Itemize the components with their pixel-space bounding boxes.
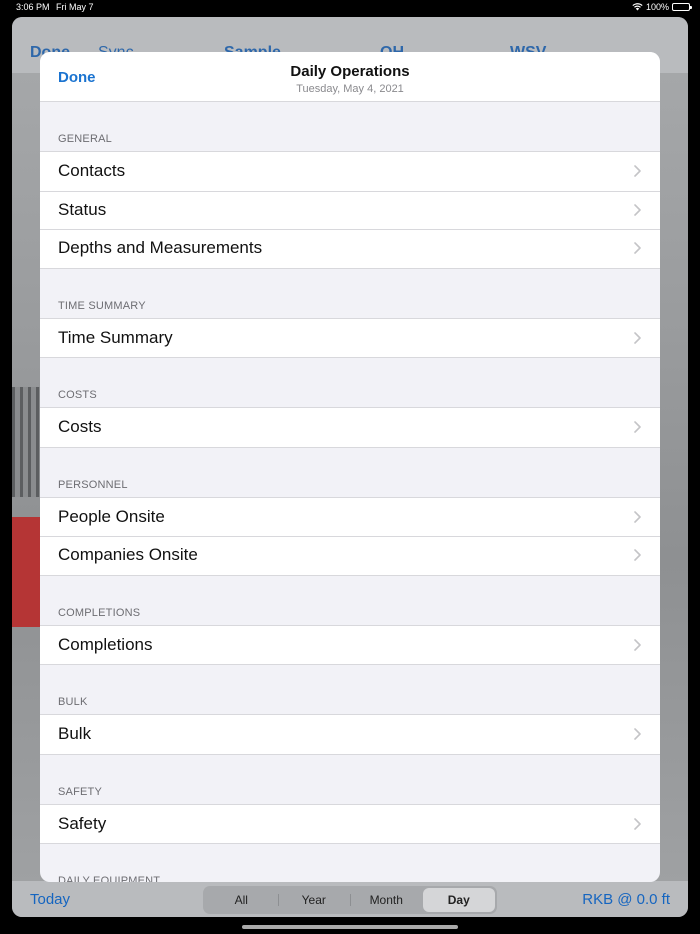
daily-operations-sheet: Done Daily Operations Tuesday, May 4, 20… [40, 52, 660, 882]
row-label: Safety [58, 813, 107, 833]
row-completions[interactable]: Completions [40, 626, 660, 665]
section-header-time-summary: TIME SUMMARY [58, 299, 146, 312]
battery-icon [672, 3, 692, 11]
background-red-vessel [12, 517, 40, 627]
section-header-daily-equipment: DAILY EQUIPMENT [58, 875, 161, 882]
row-bulk[interactable]: Bulk [40, 715, 660, 754]
row-label: Time Summary [58, 327, 173, 347]
status-date: Fri May 7 [56, 2, 94, 12]
row-companies-onsite[interactable]: Companies Onsite [40, 536, 660, 575]
row-depths-and-measurements[interactable]: Depths and Measurements [40, 229, 660, 268]
section-group-costs: Costs [40, 407, 660, 448]
section-group-personnel: People Onsite Companies Onsite [40, 496, 660, 576]
section-group-general: Contacts Status Depths and Measurements [40, 151, 660, 269]
chevron-right-icon [634, 331, 641, 344]
row-contacts[interactable]: Contacts [40, 152, 660, 191]
wifi-icon [632, 3, 643, 11]
row-label: Depths and Measurements [58, 238, 263, 258]
chevron-right-icon [634, 242, 641, 254]
chevron-right-icon [634, 549, 641, 561]
chevron-right-icon [634, 817, 641, 830]
section-group-bulk: Bulk [40, 714, 660, 755]
row-label: Status [58, 199, 107, 219]
row-people-onsite[interactable]: People Onsite [40, 498, 660, 537]
chevron-right-icon [634, 421, 641, 433]
row-label: Companies Onsite [58, 545, 198, 565]
chevron-right-icon [634, 203, 641, 216]
status-time: 3:06 PM [16, 2, 50, 12]
section-header-completions: COMPLETIONS [58, 606, 141, 619]
section-header-costs: COSTS [58, 389, 97, 401]
rkb-button[interactable]: RKB @ 0.0 ft [582, 891, 670, 908]
segment-all[interactable]: All [205, 888, 278, 912]
sections-list: GENERAL Contacts Status Depths and Measurem… [40, 102, 660, 882]
status-right: 100% [632, 2, 692, 12]
row-label: Contacts [58, 161, 126, 181]
row-label: Completions [58, 634, 153, 654]
period-segmented-control[interactable]: All Year Month Day [203, 886, 497, 914]
row-label: People Onsite [58, 506, 165, 526]
row-label: Bulk [58, 724, 92, 744]
sheet-title: Daily Operations [290, 63, 410, 80]
section-group-completions: Completions [40, 624, 660, 665]
battery-percent: 100% [645, 2, 669, 12]
section-header-bulk: BULK [58, 696, 88, 708]
section-group-time-summary: Time Summary [40, 317, 660, 358]
chevron-right-icon [634, 728, 641, 740]
home-indicator [242, 925, 458, 929]
chevron-right-icon [634, 638, 641, 651]
row-status[interactable]: Status [40, 190, 660, 230]
segment-year[interactable]: Year [277, 888, 351, 912]
row-label: Costs [58, 417, 102, 437]
sheet-header: Done Daily Operations Tuesday, May 4, 20… [40, 52, 660, 102]
chevron-right-icon [634, 165, 641, 177]
sheet-subtitle: Tuesday, May 4, 2021 [296, 83, 404, 95]
section-header-general: GENERAL [58, 133, 112, 145]
row-safety[interactable]: Safety [40, 805, 660, 844]
section-header-personnel: PERSONNEL [58, 478, 128, 491]
status-bar: 3:06 PM Fri May 7 100% [0, 0, 700, 16]
segment-month[interactable]: Month [350, 888, 423, 912]
section-header-safety: SAFETY [58, 785, 102, 798]
row-costs[interactable]: Costs [40, 408, 660, 447]
section-group-safety: Safety [40, 803, 660, 844]
row-time-summary[interactable]: Time Summary [40, 319, 660, 358]
segment-day[interactable]: Day [422, 888, 495, 912]
chevron-right-icon [634, 510, 641, 523]
today-button[interactable]: Today [30, 891, 70, 908]
